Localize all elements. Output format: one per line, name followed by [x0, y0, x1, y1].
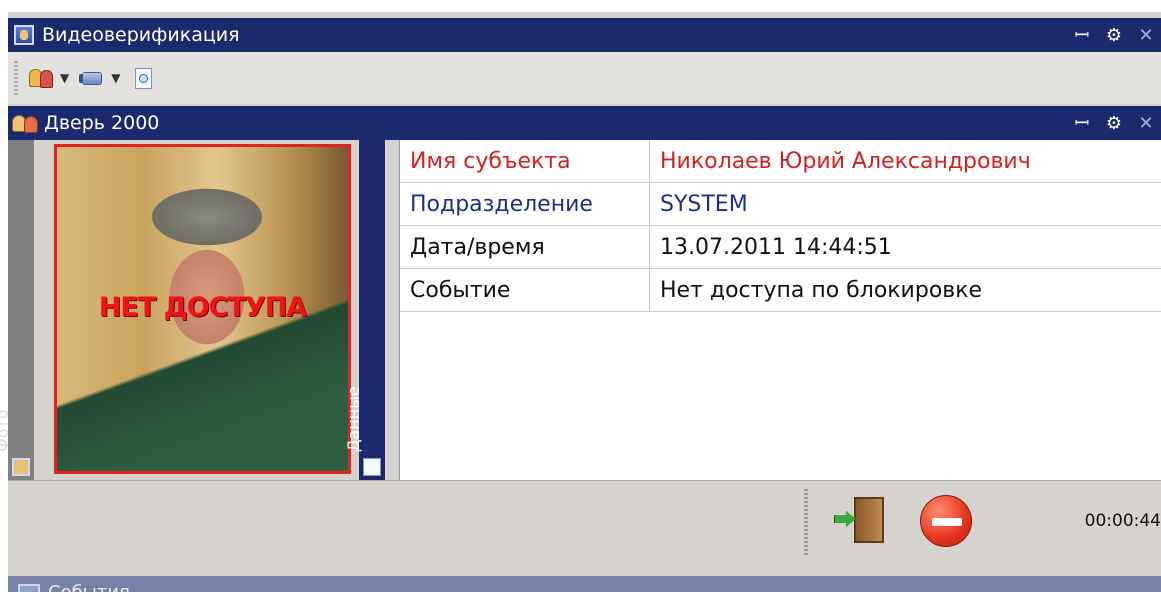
info-document-icon [130, 66, 158, 90]
window-title-bar[interactable]: Видеоверификация ꟷ ⚙ ✕ [8, 18, 1161, 52]
door-panel-title-bar[interactable]: Дверь 2000 ꟷ ⚙ ✕ [8, 106, 1161, 140]
panel-controls: ꟷ ⚙ ✕ [1073, 106, 1161, 140]
chevron-down-icon: ▼ [60, 71, 70, 85]
chevron-down-icon: ▼ [111, 71, 121, 85]
detail-key: Дата/время [400, 226, 650, 268]
people-icon [12, 113, 42, 133]
no-entry-icon [932, 518, 962, 526]
subject-details-table: Имя субъекта Николаев Юрий Александрович… [399, 140, 1161, 480]
table-row: Имя субъекта Николаев Юрий Александрович [400, 140, 1161, 183]
close-icon[interactable]: ✕ [1137, 25, 1155, 46]
users-icon [28, 66, 56, 90]
photo-icon [12, 458, 30, 476]
window-title: Видеоверификация [42, 24, 240, 46]
detail-value: Николаев Юрий Александрович [660, 148, 1031, 174]
access-denied-stamp: НЕТ ДОСТУПА [98, 292, 307, 323]
detail-key: Имя субъекта [400, 140, 650, 182]
document-icon [363, 458, 381, 476]
events-icon [18, 584, 40, 592]
users-dropdown-button[interactable]: ▼ [28, 66, 69, 90]
action-bar: 00:00:44 [8, 480, 1161, 568]
gear-icon[interactable]: ⚙ [1105, 25, 1123, 46]
events-panel-title: События [48, 576, 1161, 592]
enter-arrow-icon [834, 511, 856, 527]
detail-key: Подразделение [400, 183, 650, 225]
camera-dropdown-button[interactable]: ▼ [79, 66, 120, 90]
table-row: Событие Нет доступа по блокировке [400, 269, 1161, 312]
elapsed-timer: 00:00:44 [1084, 511, 1161, 531]
videoverification-window: Видеоверификация ꟷ ⚙ ✕ ▼ ▼ Дверь 2000 ꟷ … [0, 12, 1161, 592]
events-panel-title-bar[interactable]: События [8, 576, 1161, 592]
pin-icon[interactable]: ꟷ [1073, 111, 1091, 135]
open-door-button[interactable] [830, 493, 890, 545]
detail-value: 13.07.2011 14:44:51 [660, 234, 892, 260]
window-controls: ꟷ ⚙ ✕ [1073, 18, 1161, 52]
pin-icon[interactable]: ꟷ [1073, 23, 1091, 47]
table-row: Подразделение SYSTEM [400, 183, 1161, 226]
door-enter-icon [854, 497, 884, 543]
tab-photo-label: Фото [0, 409, 12, 452]
toolbar: ▼ ▼ [8, 52, 1161, 104]
deny-access-button[interactable] [920, 495, 972, 547]
detail-key: Событие [400, 269, 650, 311]
door-panel-content: Фото НЕТ ДОСТУПА Данные Имя субъекта Ник… [0, 140, 1161, 480]
action-bar-grip[interactable] [804, 489, 808, 555]
tab-photo[interactable]: Фото [0, 140, 34, 480]
subject-photo: НЕТ ДОСТУПА [54, 144, 351, 474]
toolbar-grip[interactable] [14, 61, 18, 95]
app-icon [14, 25, 34, 45]
detail-value: Нет доступа по блокировке [660, 277, 983, 303]
table-row: Дата/время 13.07.2011 14:44:51 [400, 226, 1161, 269]
camera-icon [79, 66, 107, 90]
tab-data[interactable]: Данные [344, 140, 385, 480]
tab-data-label: Данные [344, 386, 363, 452]
info-button[interactable] [130, 66, 158, 90]
close-icon[interactable]: ✕ [1137, 113, 1155, 134]
door-panel-title: Дверь 2000 [44, 112, 160, 134]
gear-icon[interactable]: ⚙ [1105, 113, 1123, 134]
detail-value: SYSTEM [660, 191, 748, 217]
